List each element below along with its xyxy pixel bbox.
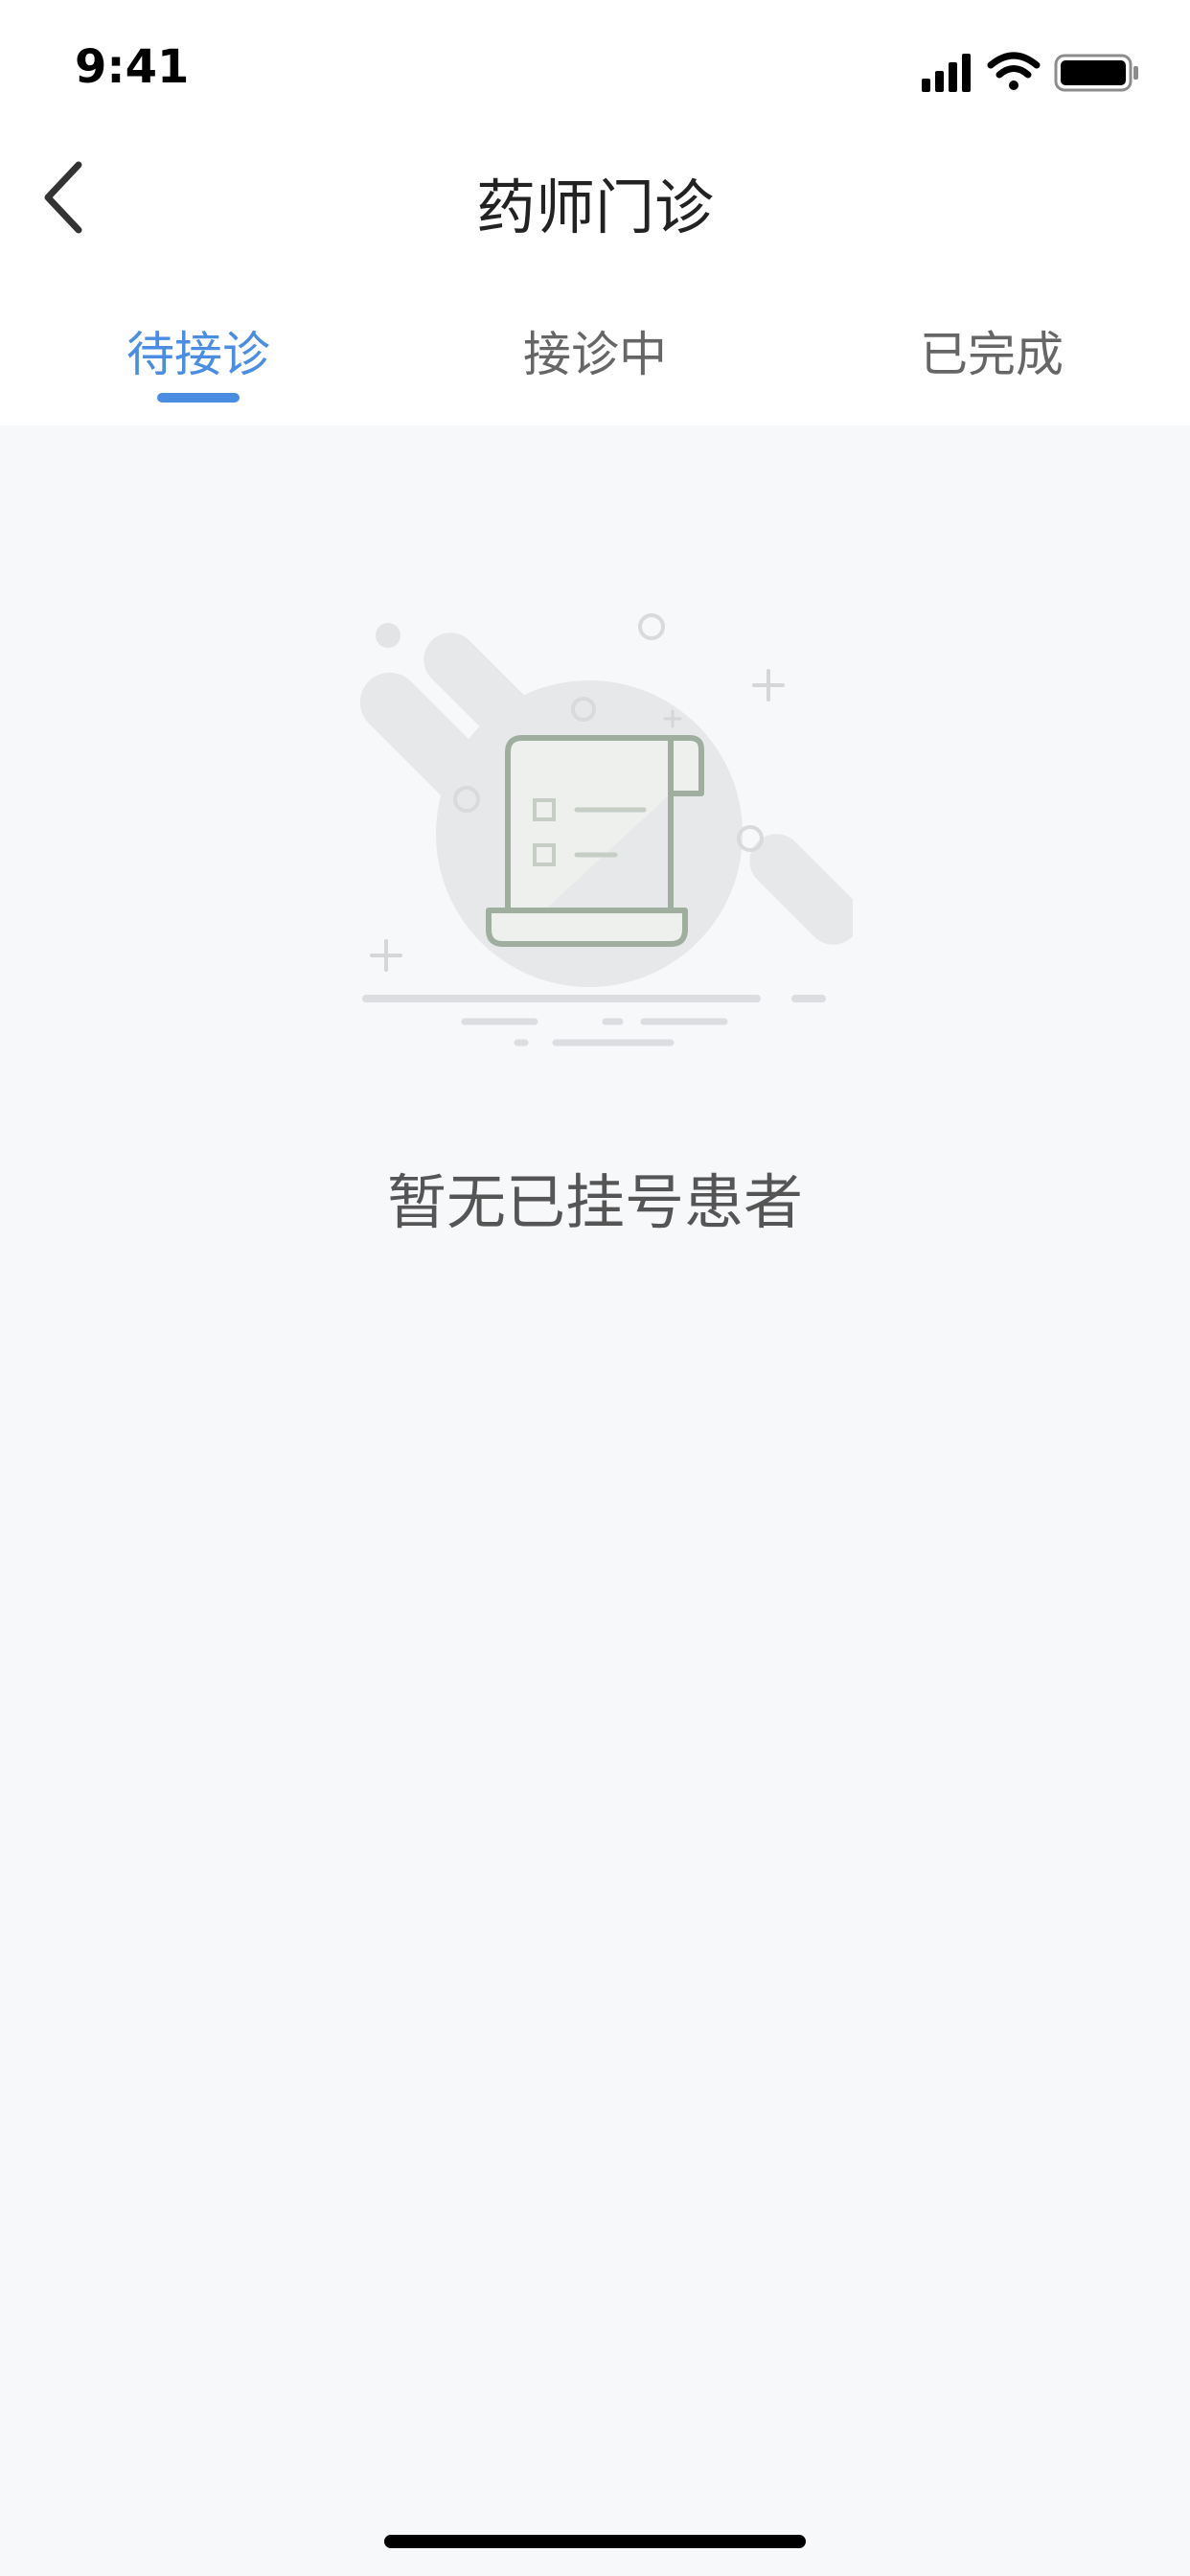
battery-icon bbox=[1054, 54, 1138, 92]
scroll-list-icon bbox=[359, 613, 853, 1046]
page-title: 药师门诊 bbox=[475, 172, 714, 242]
home-indicator[interactable] bbox=[384, 2535, 806, 2548]
signal-icon bbox=[922, 54, 971, 92]
tab-completed[interactable]: 已完成 bbox=[793, 316, 1190, 385]
status-time: 9:41 bbox=[75, 40, 190, 94]
tab-in-progress[interactable]: 接诊中 bbox=[397, 316, 793, 385]
status-icons bbox=[922, 52, 1138, 92]
wifi-icon bbox=[987, 52, 1041, 90]
header-area: 9:41 药师门诊 待接诊 接诊中 已完成 bbox=[0, 0, 1190, 426]
tab-pending[interactable]: 待接诊 bbox=[0, 316, 397, 385]
empty-state-message: 暂无已挂号患者 bbox=[386, 1167, 803, 1237]
active-tab-indicator bbox=[157, 393, 240, 402]
